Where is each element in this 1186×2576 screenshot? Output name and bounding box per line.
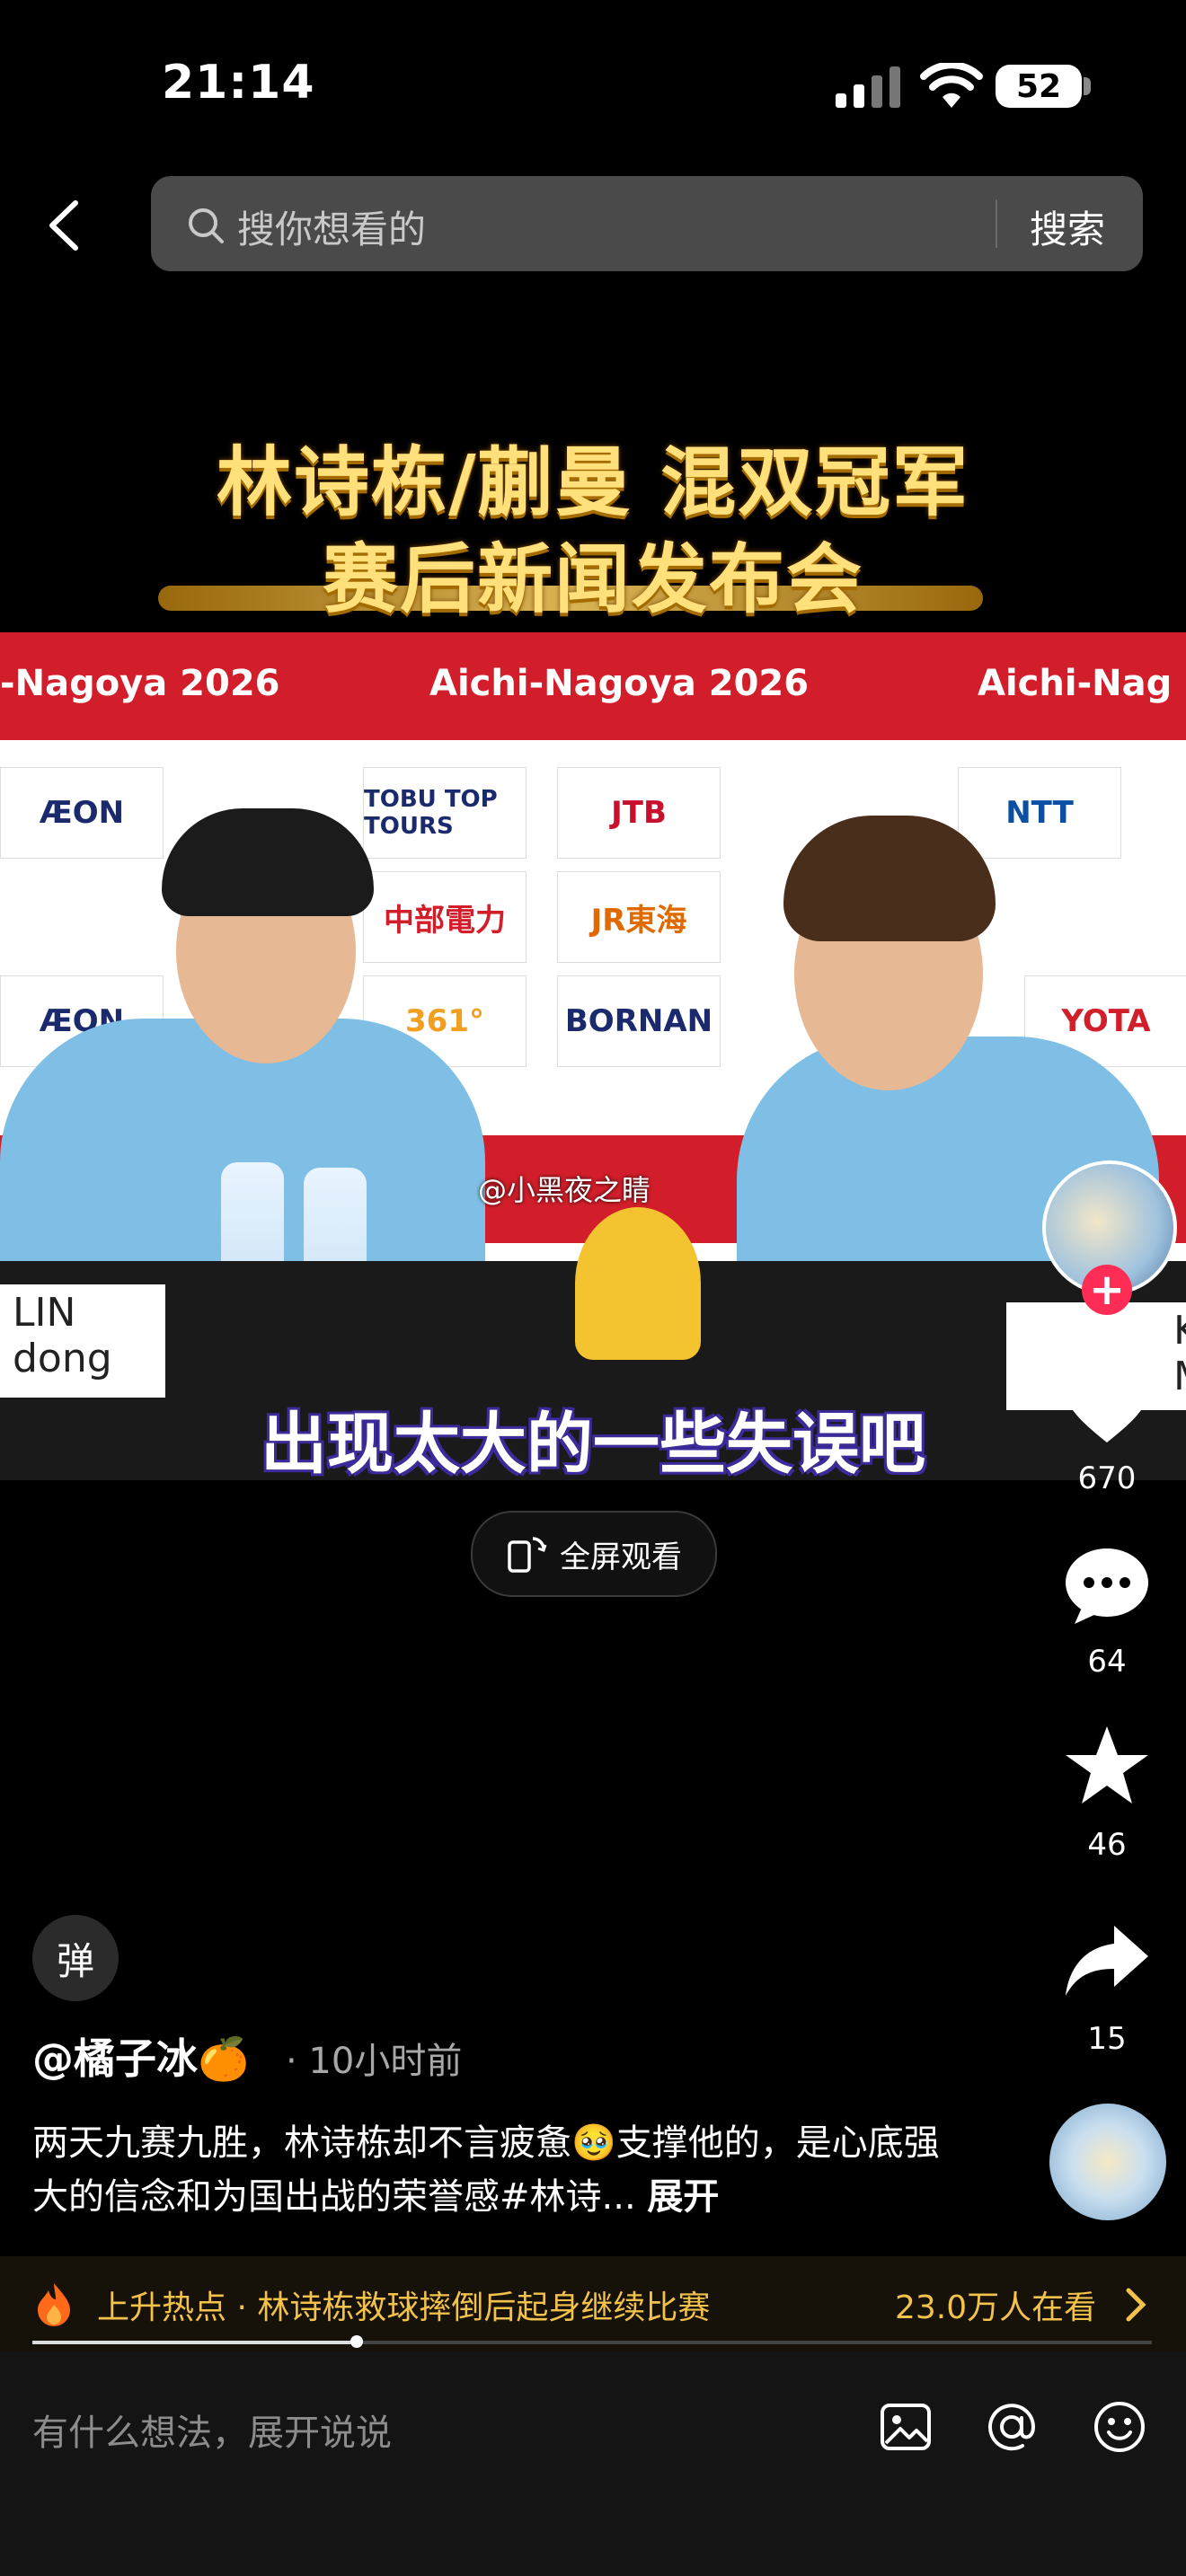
mention-icon[interactable] xyxy=(983,2398,1040,2456)
expand-button[interactable]: 展开 xyxy=(647,2176,719,2218)
author-name[interactable]: @橘子冰🍊 xyxy=(32,2026,249,2086)
back-arrow-icon[interactable] xyxy=(43,199,83,251)
sponsor-logo: JTB xyxy=(557,767,721,859)
emoji-icon[interactable] xyxy=(1091,2398,1148,2456)
fullscreen-label: 全屏观看 xyxy=(560,1539,682,1575)
favorite-count: 46 xyxy=(1087,1827,1127,1863)
video-title-line2: 赛后新闻发布会 xyxy=(322,535,863,623)
fire-icon xyxy=(38,2283,70,2326)
like-count: 670 xyxy=(1077,1460,1137,1496)
danmaku-toggle[interactable]: 弹 xyxy=(32,1915,119,2001)
comment-bar xyxy=(0,2351,1186,2576)
heart-icon[interactable] xyxy=(1062,1365,1152,1446)
search-icon xyxy=(189,208,224,243)
video-progress-fill xyxy=(32,2341,357,2344)
sponsor-logo: JR東海 xyxy=(557,871,721,963)
mascot xyxy=(575,1207,701,1360)
caption-text: 两天九赛九胜，林诗栋却不言疲惫🥹支撑他的，是心底强大的信念和为国出战的荣誉感#林… xyxy=(32,2122,940,2218)
follow-button[interactable]: + xyxy=(1082,1265,1132,1315)
cellular-signal-icon xyxy=(836,66,900,108)
star-icon[interactable] xyxy=(1062,1725,1152,1805)
video-title-line1: 林诗栋/蒯曼 混双冠军 xyxy=(217,438,969,526)
hot-topic-text: 上升热点 · 林诗栋救球摔倒后起身继续比赛 xyxy=(97,2289,711,2326)
music-disc[interactable] xyxy=(1049,2104,1166,2220)
search-placeholder: 搜你想看的 xyxy=(237,207,427,251)
video-watermark: @小黑夜之睛 xyxy=(478,1173,651,1207)
search-divider xyxy=(996,199,997,248)
video-progress-handle[interactable] xyxy=(350,2335,363,2348)
post-caption[interactable]: 两天九赛九胜，林诗栋却不言疲惫🥹支撑他的，是心底强大的信念和为国出战的荣誉感#林… xyxy=(32,2116,967,2224)
wifi-icon xyxy=(920,63,983,108)
comment-icon[interactable] xyxy=(1062,1545,1152,1626)
share-icon[interactable] xyxy=(1062,1920,1152,2001)
name-card-right-text: KU Ma xyxy=(1173,1308,1186,1399)
name-card-left: LIN dong xyxy=(0,1284,165,1398)
search-button[interactable]: 搜索 xyxy=(1030,199,1105,254)
image-icon[interactable] xyxy=(877,2398,934,2456)
share-count: 15 xyxy=(1087,2021,1127,2057)
fullscreen-button[interactable]: 全屏观看 xyxy=(471,1511,717,1597)
video-player[interactable]: -Nagoya 2026 Aichi-Nagoya 2026 Aichi-Nag… xyxy=(0,632,1186,1480)
battery-tip xyxy=(1084,77,1091,95)
sponsor-logo: TOBU TOP TOURS xyxy=(363,767,527,859)
comment-count: 64 xyxy=(1087,1644,1127,1680)
backdrop-text: -Nagoya 2026 xyxy=(0,663,280,704)
post-time: · 10小时前 xyxy=(286,2041,463,2082)
battery-indicator: 52 xyxy=(996,65,1082,108)
sponsor-logo: BORNAN xyxy=(557,975,721,1067)
video-subtitle: 出现太大的一些失误吧 xyxy=(261,1406,925,1483)
sponsor-logo: ÆON xyxy=(0,767,164,859)
name-card-text: KU xyxy=(1173,1308,1186,1354)
backdrop-text: Aichi-Nagoya 2026 xyxy=(429,663,810,704)
chevron-right-icon xyxy=(1126,2288,1146,2322)
comment-input[interactable]: 有什么想法，展开说说 xyxy=(32,2404,392,2456)
name-card-text: dong xyxy=(13,1336,112,1381)
rotate-screen-icon xyxy=(508,1537,547,1573)
status-time: 21:14 xyxy=(162,56,315,110)
sponsor-logo: NTT xyxy=(958,767,1121,859)
player-left-hair xyxy=(162,808,374,916)
hot-viewer-count: 23.0万人在看 xyxy=(895,2289,1097,2326)
backdrop-text: Aichi-Nag xyxy=(978,663,1173,704)
sponsor-logo: 中部電力 xyxy=(363,871,527,963)
name-card-text: LIN xyxy=(13,1290,76,1336)
